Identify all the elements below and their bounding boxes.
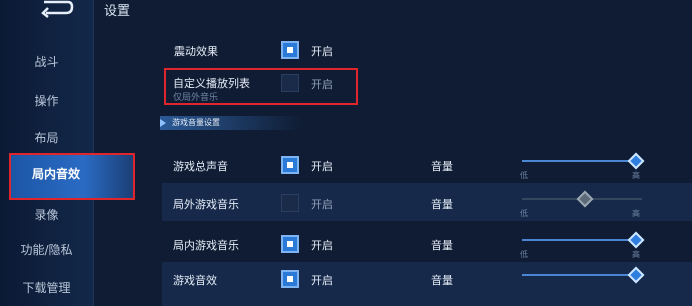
vibration-checkbox[interactable]: [281, 41, 299, 59]
vibration-label: 震动效果: [174, 45, 218, 58]
volume-high-label: 高: [632, 250, 640, 259]
volume-slider-thumb[interactable]: [627, 152, 645, 170]
volume-label: 音量: [431, 198, 453, 211]
volume-row-state-label: 开启: [311, 239, 333, 252]
sidebar-item-replay[interactable]: 录像: [0, 206, 93, 223]
back-icon[interactable]: [38, 0, 74, 18]
row-band: [162, 262, 692, 306]
volume-row-state-label: 开启: [311, 198, 333, 211]
volume-row-checkbox[interactable]: [281, 235, 299, 253]
vibration-state-label: 开启: [311, 45, 333, 58]
volume-low-label: 低: [520, 171, 528, 180]
volume-low-label: 低: [520, 250, 528, 259]
volume-row-label: 游戏音效: [173, 274, 217, 287]
highlight-box-playlist: [164, 68, 358, 105]
volume-row-label: 游戏总声音: [173, 160, 228, 173]
page-title: 设置: [104, 4, 131, 19]
volume-row-label: 局外游戏音乐: [173, 198, 239, 211]
sidebar-item-layout[interactable]: 布局: [0, 129, 93, 146]
volume-row-label: 局内游戏音乐: [173, 239, 239, 252]
sidebar-item-features-privacy[interactable]: 功能/隐私: [0, 241, 93, 258]
volume-slider-thumb[interactable]: [627, 231, 645, 249]
volume-label: 音量: [431, 239, 453, 252]
volume-slider-track[interactable]: [522, 239, 642, 241]
volume-label: 音量: [431, 160, 453, 173]
row-band: [162, 183, 692, 221]
volume-low-label: 低: [520, 209, 528, 218]
volume-high-label: 高: [632, 209, 640, 218]
volume-row-state-label: 开启: [311, 274, 333, 287]
volume-row-checkbox[interactable]: [281, 270, 299, 288]
volume-row-checkbox[interactable]: [281, 194, 299, 212]
volume-row-checkbox[interactable]: [281, 156, 299, 174]
volume-row-state-label: 开启: [311, 160, 333, 173]
volume-slider-track[interactable]: [522, 274, 642, 276]
highlight-box-sidebar: [9, 153, 135, 200]
volume-section-title: 游戏音量设置: [160, 116, 302, 130]
sidebar-item-battle[interactable]: 战斗: [0, 53, 93, 70]
volume-label: 音量: [431, 274, 453, 287]
volume-slider-track[interactable]: [522, 160, 642, 162]
volume-high-label: 高: [632, 171, 640, 180]
sidebar-item-download-manager[interactable]: 下载管理: [0, 279, 93, 296]
sidebar-item-controls[interactable]: 操作: [0, 92, 93, 109]
